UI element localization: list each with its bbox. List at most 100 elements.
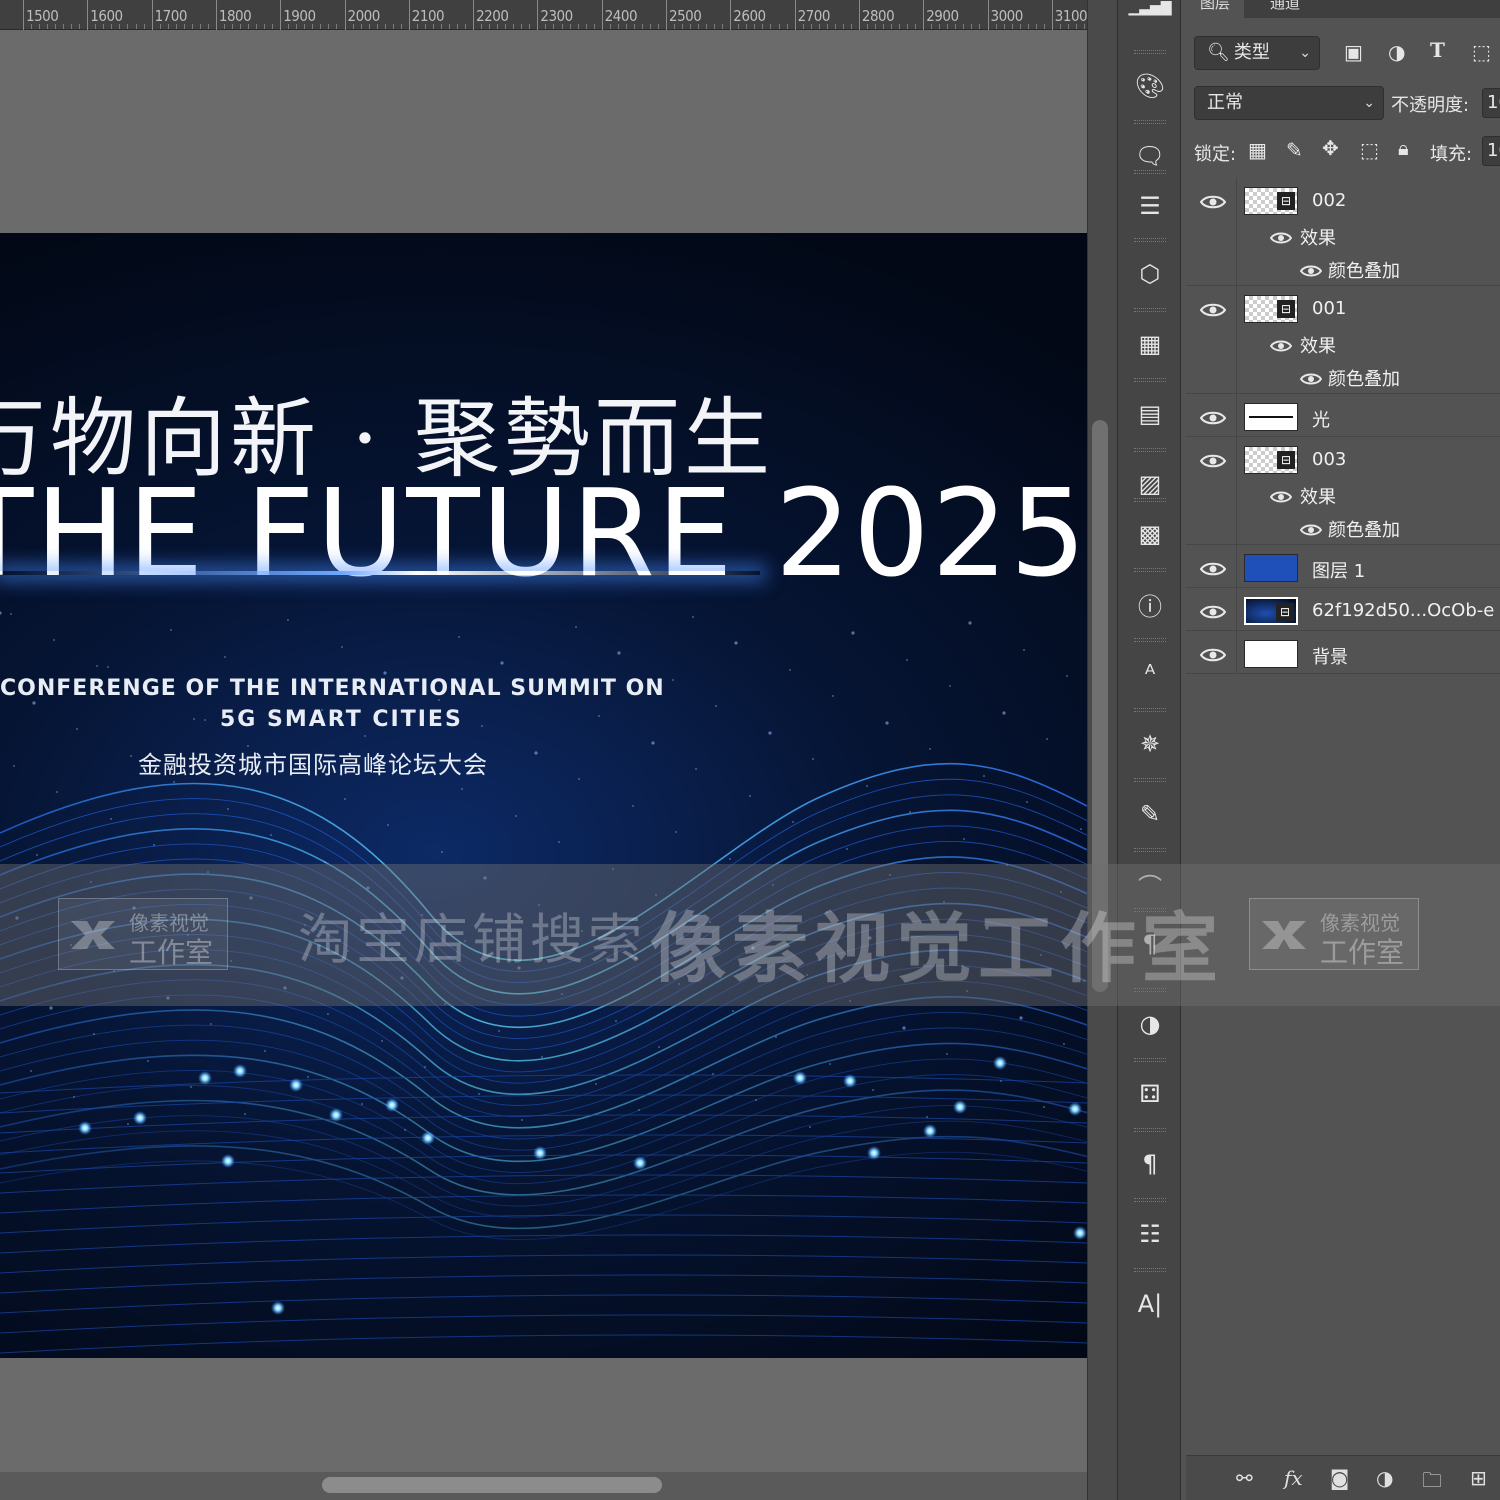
panel-grip[interactable] <box>1134 1128 1166 1132</box>
panel-grip[interactable] <box>1134 308 1166 312</box>
effects-visibility-eye-icon[interactable] <box>1269 338 1293 352</box>
layer-thumbnail[interactable]: ⊟ <box>1244 295 1298 323</box>
paragraph-icon[interactable]: ¶ <box>1128 1142 1172 1186</box>
filter-shape-icon[interactable]: ⬚ <box>1472 40 1491 64</box>
new-layer-icon[interactable]: ⊞ <box>1470 1466 1487 1490</box>
layer-thumbnail[interactable] <box>1244 640 1298 668</box>
effects-label[interactable]: 效果 <box>1300 332 1336 358</box>
ruler-minor-tick <box>674 24 676 29</box>
effects-visibility-eye-icon[interactable] <box>1269 230 1293 244</box>
blend-mode-dropdown[interactable]: 正常 ⌄ <box>1194 86 1384 120</box>
filter-adjustment-icon[interactable]: ◑ <box>1388 40 1405 64</box>
panel-grip[interactable] <box>1134 1198 1166 1202</box>
link-layers-icon[interactable]: ⚯ <box>1236 1466 1253 1490</box>
star-particle <box>851 631 855 635</box>
layer-name[interactable]: 003 <box>1312 449 1346 470</box>
effect-visibility-eye-icon[interactable] <box>1299 371 1323 385</box>
adjustment-layer-icon[interactable]: ◑ <box>1376 1466 1393 1490</box>
panel-grip[interactable] <box>1134 848 1166 852</box>
layer-row[interactable]: ⊟ 62f192d50...OcOb-e <box>1186 588 1500 631</box>
visibility-eye-icon[interactable] <box>1199 453 1227 469</box>
add-mask-icon[interactable]: ◙ <box>1330 1466 1349 1490</box>
canvas-area[interactable]: 1500 1600 1700 1800 1900 2000 2100 2200 2300 2400… <box>0 0 1087 1500</box>
layer-thumbnail[interactable] <box>1244 554 1298 582</box>
layer-row[interactable]: 图层 1 <box>1186 545 1500 588</box>
panel-grip[interactable] <box>1134 448 1166 452</box>
palette-icon[interactable]: 🎨︎ <box>1128 64 1172 108</box>
layer-thumbnail[interactable]: ⊟ <box>1244 446 1298 474</box>
layer-row[interactable]: ⊟ 002 效果颜色叠加 <box>1186 178 1500 286</box>
panel-grip[interactable] <box>1134 778 1166 782</box>
layer-thumbnail[interactable]: ⊟ <box>1244 597 1298 625</box>
layer-name[interactable]: 图层 1 <box>1312 557 1365 583</box>
filter-kind-dropdown[interactable]: 🔍︎ 类型 ⌄ <box>1194 36 1320 70</box>
libraries-icon[interactable]: ▤ <box>1128 392 1172 436</box>
adjustments-icon[interactable]: ◑ <box>1128 1002 1172 1046</box>
glyphs-icon[interactable]: ᴬ <box>1128 652 1172 696</box>
layer-name[interactable]: 背景 <box>1312 643 1348 669</box>
visibility-eye-icon[interactable] <box>1199 194 1227 210</box>
panel-grip[interactable] <box>1134 238 1166 242</box>
effects-label[interactable]: 效果 <box>1300 224 1336 250</box>
new-group-icon[interactable]: 🗀︎ <box>1422 1466 1442 1500</box>
navigator-icon[interactable]: ✵ <box>1128 722 1172 766</box>
properties-icon[interactable]: ☰ <box>1128 184 1172 228</box>
visibility-eye-icon[interactable] <box>1199 302 1227 318</box>
fill-input[interactable]: 100% <box>1482 136 1500 166</box>
lock-paint-icon[interactable]: ✎ <box>1286 138 1303 162</box>
panel-grip[interactable] <box>1134 638 1166 642</box>
sliders-icon[interactable]: ☷ <box>1128 1212 1172 1256</box>
effect-visibility-eye-icon[interactable] <box>1299 522 1323 536</box>
lock-transparent-icon[interactable]: ▦ <box>1248 138 1267 162</box>
opacity-input[interactable]: 100% <box>1482 88 1500 118</box>
layer-name[interactable]: 光 <box>1312 406 1330 432</box>
character-icon[interactable]: A| <box>1128 1282 1172 1326</box>
filter-pixel-icon[interactable]: ▣ <box>1344 40 1363 64</box>
color-overlay-effect[interactable]: 颜色叠加 <box>1328 365 1400 391</box>
layer-thumbnail[interactable]: ⊟ <box>1244 187 1298 215</box>
layer-row[interactable]: 背景 <box>1186 631 1500 674</box>
tab-channels[interactable]: 通道 <box>1256 0 1314 18</box>
color-overlay-effect[interactable]: 颜色叠加 <box>1328 257 1400 283</box>
panel-grip[interactable] <box>1134 1058 1166 1062</box>
artboard[interactable]: 万物向新 · 聚勢而生 THE FUTURE 2025 CONFERENGE O… <box>0 233 1087 1358</box>
layer-row[interactable]: ⊟ 003 效果颜色叠加 <box>1186 437 1500 545</box>
clone-source-icon[interactable]: ⚃ <box>1128 1072 1172 1116</box>
panel-grip[interactable] <box>1134 50 1166 54</box>
lock-artboard-icon[interactable]: ⬚ <box>1360 138 1379 162</box>
panel-grip[interactable] <box>1134 568 1166 572</box>
3d-cube-icon[interactable]: ⬡ <box>1128 252 1172 296</box>
visibility-eye-icon[interactable] <box>1199 647 1227 663</box>
panel-grip[interactable] <box>1134 708 1166 712</box>
panel-grip[interactable] <box>1134 498 1166 502</box>
layer-row[interactable]: 光 <box>1186 394 1500 437</box>
tab-layers[interactable]: 图层 <box>1186 0 1245 18</box>
brush-settings-icon[interactable]: ✎ <box>1128 792 1172 836</box>
lock-move-icon[interactable]: ✥ <box>1322 136 1339 160</box>
lock-all-icon[interactable]: 🔒︎ <box>1398 136 1409 160</box>
layer-name[interactable]: 002 <box>1312 190 1346 211</box>
pattern-icon[interactable]: ▩ <box>1128 512 1172 556</box>
effects-visibility-eye-icon[interactable] <box>1269 489 1293 503</box>
layer-name[interactable]: 62f192d50...OcOb-e <box>1312 600 1494 621</box>
layer-row[interactable]: ⊟ 001 效果颜色叠加 <box>1186 286 1500 394</box>
visibility-eye-icon[interactable] <box>1199 561 1227 577</box>
horizontal-scroll-thumb[interactable] <box>322 1477 662 1493</box>
color-overlay-effect[interactable]: 颜色叠加 <box>1328 516 1400 542</box>
effect-visibility-eye-icon[interactable] <box>1299 263 1323 277</box>
panel-grip[interactable] <box>1134 1268 1166 1272</box>
histogram-icon[interactable]: ▁▃▅▇ <box>1128 0 1172 30</box>
layer-thumbnail[interactable] <box>1244 403 1298 431</box>
visibility-eye-icon[interactable] <box>1199 410 1227 426</box>
panel-grip[interactable] <box>1134 120 1166 124</box>
panel-grip[interactable] <box>1134 378 1166 382</box>
layer-name[interactable]: 001 <box>1312 298 1346 319</box>
visibility-eye-icon[interactable] <box>1199 604 1227 620</box>
panel-grip[interactable] <box>1134 170 1166 174</box>
horizontal-ruler[interactable]: 1500 1600 1700 1800 1900 2000 2100 2200 2300 2400… <box>0 0 1087 30</box>
table-icon[interactable]: ▦ <box>1128 322 1172 366</box>
effects-label[interactable]: 效果 <box>1300 483 1336 509</box>
info-icon[interactable]: ⓘ <box>1128 582 1172 626</box>
fx-icon[interactable]: fx <box>1284 1466 1303 1490</box>
filter-type-icon[interactable]: T <box>1430 38 1445 62</box>
